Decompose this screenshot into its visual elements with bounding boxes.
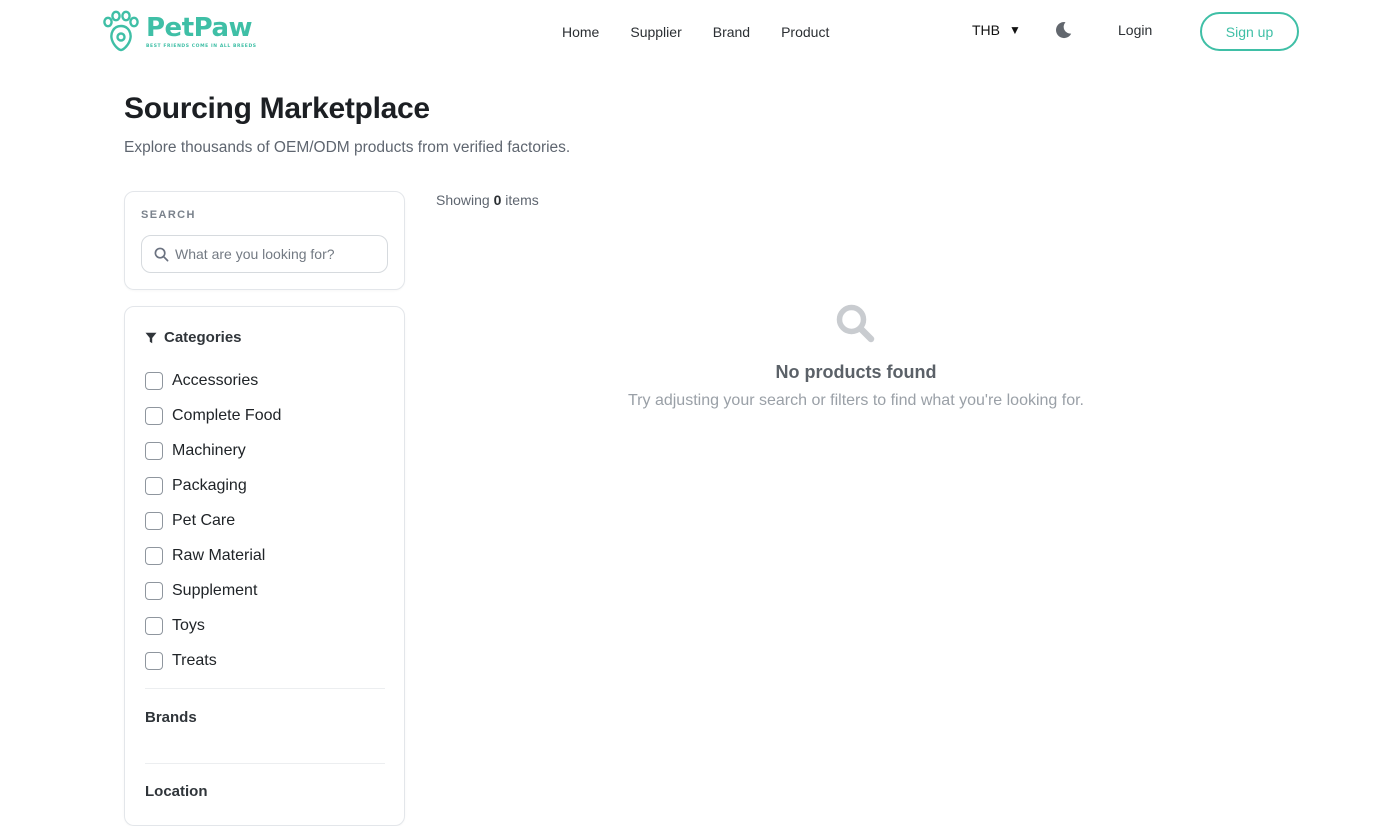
category-label: Packaging <box>172 476 247 494</box>
search-label: SEARCH <box>141 209 196 221</box>
showing-prefix: Showing <box>436 192 490 208</box>
category-checkbox[interactable] <box>145 651 163 670</box>
category-label: Complete Food <box>172 406 282 424</box>
paw-logo-icon <box>103 10 139 52</box>
search-icon <box>154 247 169 261</box>
section-divider <box>145 763 385 764</box>
category-item-treats[interactable]: Treats <box>145 643 281 678</box>
category-item-supplement[interactable]: Supplement <box>145 573 281 608</box>
login-link[interactable]: Login <box>1118 22 1152 38</box>
nav-home[interactable]: Home <box>562 23 599 41</box>
nav-product[interactable]: Product <box>781 23 829 41</box>
nav-brand[interactable]: Brand <box>713 23 750 41</box>
category-checkbox[interactable] <box>145 406 163 425</box>
category-checkbox[interactable] <box>145 581 163 600</box>
search-empty-icon <box>836 304 875 343</box>
category-item-pet-care[interactable]: Pet Care <box>145 503 281 538</box>
categories-title: Categories <box>164 329 242 346</box>
category-label: Treats <box>172 651 217 669</box>
category-checkbox[interactable] <box>145 476 163 495</box>
location-heading[interactable]: Location <box>145 783 208 800</box>
brands-heading[interactable]: Brands <box>145 709 197 726</box>
page-title: Sourcing Marketplace <box>124 92 430 125</box>
caret-down-icon: ▼ <box>1009 23 1021 37</box>
category-checkbox[interactable] <box>145 511 163 530</box>
category-item-toys[interactable]: Toys <box>145 608 281 643</box>
category-label: Toys <box>172 616 205 634</box>
category-checkbox[interactable] <box>145 371 163 390</box>
category-item-raw-material[interactable]: Raw Material <box>145 538 281 573</box>
section-divider <box>145 688 385 689</box>
item-count: 0 <box>493 192 502 208</box>
signup-button[interactable]: Sign up <box>1200 12 1299 51</box>
search-card: SEARCH <box>124 191 405 290</box>
category-item-machinery[interactable]: Machinery <box>145 433 281 468</box>
search-box[interactable] <box>141 235 388 273</box>
filters-card: Categories Accessories Complete Food Mac… <box>124 306 405 826</box>
currency-value: THB <box>972 22 1000 38</box>
category-label: Raw Material <box>172 546 266 564</box>
brand-name: PetPaw <box>146 12 253 43</box>
top-header: PetPaw BEST FRIENDS COME IN ALL BREEDS H… <box>0 0 1400 64</box>
categories-heading: Categories <box>145 329 242 346</box>
category-checkbox[interactable] <box>145 441 163 460</box>
page-subtitle: Explore thousands of OEM/ODM products fr… <box>124 139 571 156</box>
filter-icon <box>145 332 157 343</box>
category-label: Accessories <box>172 371 259 389</box>
category-label: Pet Care <box>172 511 236 529</box>
category-item-complete-food[interactable]: Complete Food <box>145 398 281 433</box>
search-input[interactable] <box>175 246 375 262</box>
showing-suffix: items <box>505 192 539 208</box>
moon-icon[interactable] <box>1053 20 1073 40</box>
category-label: Supplement <box>172 581 258 599</box>
empty-state-title: No products found <box>775 362 937 382</box>
category-checkbox[interactable] <box>145 546 163 565</box>
nav-supplier[interactable]: Supplier <box>630 23 681 41</box>
category-checkbox[interactable] <box>145 616 163 635</box>
category-list: Accessories Complete Food Machinery Pack… <box>145 363 281 678</box>
brand-tagline: BEST FRIENDS COME IN ALL BREEDS <box>146 43 257 49</box>
category-item-packaging[interactable]: Packaging <box>145 468 281 503</box>
currency-selector[interactable]: THB ▼ <box>972 22 1021 38</box>
category-label: Machinery <box>172 441 246 459</box>
main-nav: Home Supplier Brand Product <box>562 23 860 41</box>
petpaw-logo[interactable]: PetPaw BEST FRIENDS COME IN ALL BREEDS <box>100 10 257 52</box>
category-item-accessories[interactable]: Accessories <box>145 363 281 398</box>
empty-state-text: Try adjusting your search or filters to … <box>627 392 1084 409</box>
results-count: Showing 0 items <box>436 192 539 208</box>
